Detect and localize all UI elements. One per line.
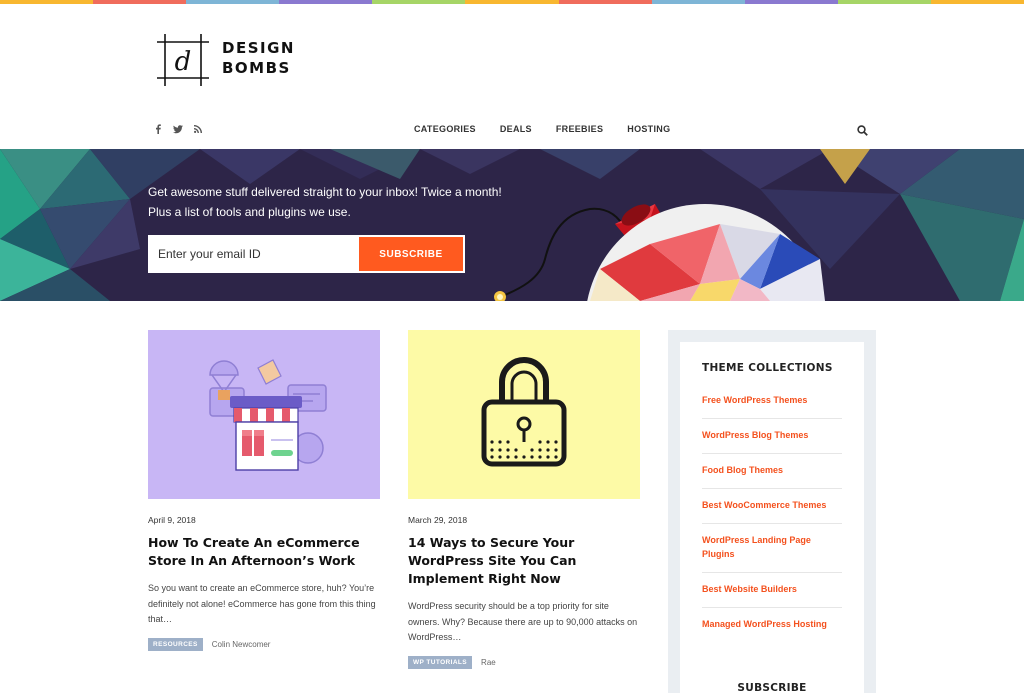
- subscribe-button[interactable]: SUBSCRIBE: [359, 237, 463, 271]
- svg-text:d: d: [175, 47, 192, 77]
- twitter-icon[interactable]: [170, 122, 186, 136]
- post-title[interactable]: How To Create An eCommerce Store In An A…: [148, 534, 380, 570]
- padlock-icon: [481, 357, 567, 467]
- post-thumbnail[interactable]: [408, 330, 640, 499]
- category-tag[interactable]: RESOURCES: [148, 637, 203, 651]
- sidebar-link-free-wordpress-themes[interactable]: Free WordPress Themes: [702, 384, 842, 419]
- post-card: April 9, 2018 How To Create An eCommerce…: [148, 330, 380, 651]
- rainbow-segment: [0, 0, 94, 4]
- rainbow-segment: [372, 0, 466, 4]
- rainbow-segment: [837, 0, 931, 4]
- facebook-icon[interactable]: [150, 122, 166, 136]
- rainbow-segment: [186, 0, 280, 4]
- hero-line-2: Plus a list of tools and plugins we use.: [148, 205, 351, 219]
- newsletter-form: SUBSCRIBE: [148, 235, 465, 273]
- theme-collections-widget: THEME COLLECTIONS Free WordPress Themes …: [680, 342, 864, 693]
- category-tag[interactable]: WP TUTORIALS: [408, 655, 473, 669]
- sidebar-link-wordpress-blog-themes[interactable]: WordPress Blog Themes: [702, 419, 842, 454]
- newsletter-hero: Get awesome stuff delivered straight to …: [0, 149, 1024, 301]
- post-thumbnail[interactable]: [148, 330, 380, 499]
- search-icon[interactable]: [857, 123, 869, 136]
- post-author[interactable]: Rae: [481, 658, 496, 667]
- post-excerpt: So you want to create an eCommerce store…: [148, 583, 376, 624]
- sidebar-link-best-woocommerce-themes[interactable]: Best WooCommerce Themes: [702, 489, 842, 524]
- sidebar-subscribe-title: SUBSCRIBE: [737, 682, 807, 693]
- rainbow-segment: [651, 0, 745, 4]
- nav-freebies[interactable]: FREEBIES: [556, 124, 603, 134]
- post-meta: WP TUTORIALS Rae: [408, 655, 640, 669]
- nav-categories[interactable]: CATEGORIES: [414, 124, 476, 134]
- hero-line-1: Get awesome stuff delivered straight to …: [148, 185, 502, 199]
- post-card: March 29, 2018 14 Ways to Secure Your Wo…: [408, 330, 640, 669]
- hero-copy: Get awesome stuff delivered straight to …: [148, 182, 502, 222]
- rainbow-segment: [744, 0, 838, 4]
- rss-icon[interactable]: [190, 122, 206, 136]
- post-date: March 29, 2018: [408, 515, 468, 525]
- rainbow-segment: [930, 0, 1024, 4]
- theme-collection-list: Free WordPress Themes WordPress Blog The…: [702, 384, 842, 642]
- post-excerpt: WordPress security should be a top prior…: [408, 601, 638, 642]
- rainbow-segment: [279, 0, 373, 4]
- hero-polygon-background: [0, 149, 1024, 301]
- logo-line-2: BOMBS: [222, 59, 291, 77]
- email-input[interactable]: [150, 237, 359, 271]
- rainbow-segment: [558, 0, 652, 4]
- sidebar-link-food-blog-themes[interactable]: Food Blog Themes: [702, 454, 842, 489]
- post-title[interactable]: 14 Ways to Secure Your WordPress Site Yo…: [408, 534, 640, 588]
- nav-hosting[interactable]: HOSTING: [627, 124, 670, 134]
- rainbow-segment: [465, 0, 559, 4]
- main-nav: CATEGORIES DEALS FREEBIES HOSTING: [402, 124, 682, 134]
- sidebar-link-wordpress-landing-page-plugins[interactable]: WordPress Landing Page Plugins: [702, 524, 842, 573]
- rainbow-segment: [93, 0, 187, 4]
- post-meta: RESOURCES Colin Newcomer: [148, 637, 380, 651]
- logo-wordmark: DESIGN BOMBS: [222, 38, 295, 78]
- nav-deals[interactable]: DEALS: [500, 124, 532, 134]
- logo-line-1: DESIGN: [222, 39, 295, 57]
- post-date: April 9, 2018: [148, 515, 196, 525]
- social-links: [150, 122, 206, 136]
- widget-title: THEME COLLECTIONS: [702, 362, 833, 374]
- logo-mark-icon: d: [157, 34, 209, 86]
- storefront-icon: [209, 359, 327, 471]
- sidebar-link-managed-wordpress-hosting[interactable]: Managed WordPress Hosting: [702, 608, 842, 642]
- rainbow-top-bar: [0, 0, 1024, 4]
- site-logo[interactable]: d DESIGN BOMBS: [157, 34, 295, 86]
- sidebar-link-best-website-builders[interactable]: Best Website Builders: [702, 573, 842, 608]
- post-author[interactable]: Colin Newcomer: [212, 640, 271, 649]
- sidebar: THEME COLLECTIONS Free WordPress Themes …: [668, 330, 876, 693]
